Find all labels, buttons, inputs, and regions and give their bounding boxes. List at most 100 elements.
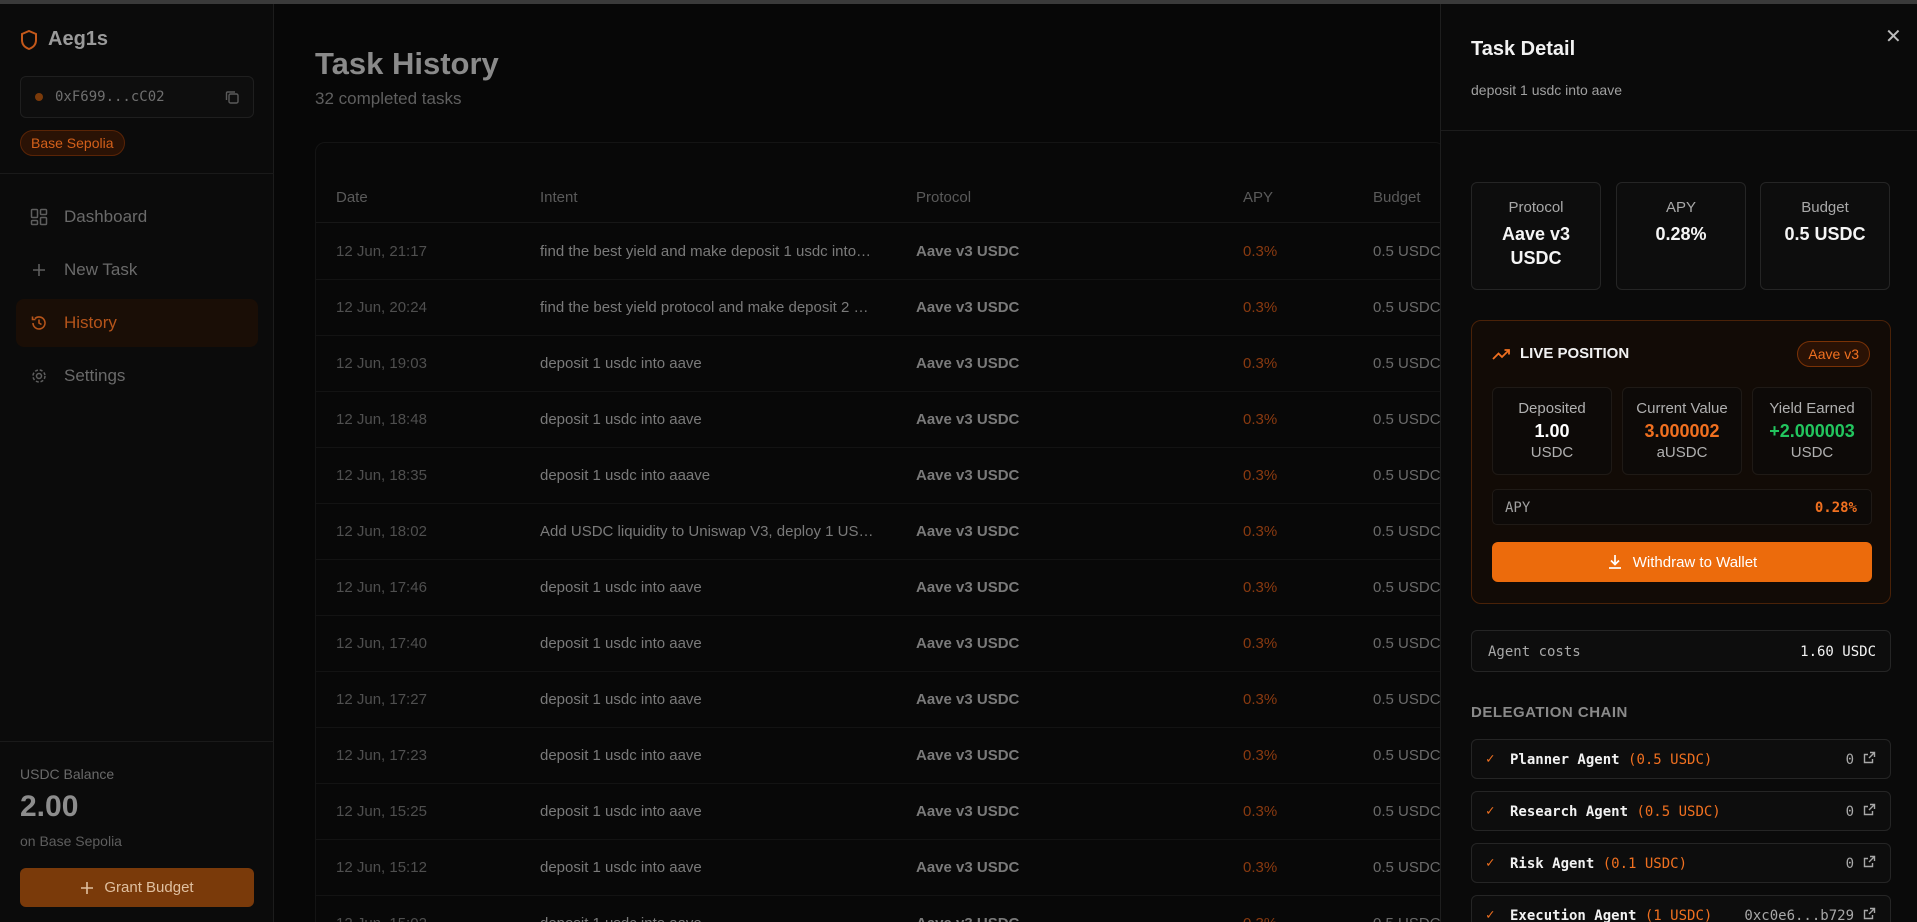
- table-row[interactable]: 12 Jun, 19:03 deposit 1 usdc into aave Aav…: [316, 336, 1444, 392]
- sidebar: Aeg1s 0xF699...cC02 Base Sepolia Dashboa…: [0, 4, 274, 922]
- intent-cell: deposit 1 usdc into aave: [540, 355, 702, 372]
- date-cell: 12 Jun, 17:27: [336, 691, 427, 708]
- delegation-agent-row[interactable]: ✓ Research Agent (0.5 USDC) 0: [1471, 791, 1891, 831]
- yield-earned-unit: USDC: [1790, 444, 1834, 461]
- column-protocol[interactable]: Protocol: [916, 189, 971, 206]
- close-icon[interactable]: ✕: [1885, 24, 1902, 49]
- intent-cell: deposit 1 usdc into aave: [540, 411, 702, 428]
- table-row[interactable]: 12 Jun, 18:48 deposit 1 usdc into aave Aav…: [316, 392, 1444, 448]
- protocol-badge: Aave v3: [1797, 341, 1870, 367]
- stat-value: 0.5 USDC: [1784, 224, 1866, 244]
- agent-tx: 0: [1845, 804, 1854, 820]
- live-apy-label: APY: [1505, 500, 1531, 516]
- withdraw-label: Withdraw to Wallet: [1632, 553, 1758, 571]
- withdraw-button[interactable]: Withdraw to Wallet: [1492, 542, 1872, 582]
- table-row[interactable]: 12 Jun, 18:02 Add USDC liquidity to Unisw…: [316, 504, 1444, 560]
- budget-cell: 0.5 USDC: [1373, 299, 1441, 316]
- agent-tx: 0: [1845, 752, 1854, 768]
- deposited-label: Deposited: [1518, 400, 1586, 417]
- shield-icon: [21, 29, 37, 50]
- grant-budget-button[interactable]: Grant Budget: [20, 868, 254, 907]
- table-row[interactable]: 12 Jun, 15:25 deposit 1 usdc into aave Aav…: [316, 784, 1444, 840]
- apy-cell: 0.3%: [1243, 355, 1278, 372]
- sidebar-item-label: Settings: [64, 366, 126, 385]
- divider: [0, 741, 274, 742]
- budget-cell: 0.5 USDC: [1373, 859, 1441, 876]
- status-dot: [35, 93, 43, 101]
- panel-title: Task Detail: [1471, 38, 1576, 60]
- yield-earned-box: Yield Earned +2.000003 USDC: [1752, 387, 1872, 475]
- table-row[interactable]: 12 Jun, 17:46 deposit 1 usdc into aave Aav…: [316, 560, 1444, 616]
- external-link-icon[interactable]: [1863, 751, 1876, 764]
- protocol-cell: Aave v3 USDC: [916, 355, 1020, 372]
- wallet-address-box: 0xF699...cC02: [20, 76, 254, 118]
- sidebar-item-new-task[interactable]: New Task: [16, 246, 258, 294]
- current-value-unit: aUSDC: [1656, 444, 1708, 461]
- date-cell: 12 Jun, 21:17: [336, 243, 427, 260]
- delegation-agent-row[interactable]: ✓ Execution Agent (1 USDC) 0xc0e6...b729: [1471, 895, 1891, 922]
- current-value-label: Current Value: [1636, 400, 1728, 417]
- date-cell: 12 Jun, 17:46: [336, 579, 427, 596]
- apy-cell: 0.3%: [1243, 411, 1278, 428]
- intent-cell: deposit 1 usdc into aave: [540, 635, 702, 652]
- budget-cell: 0.5 USDC: [1373, 243, 1441, 260]
- protocol-cell: Aave v3 USDC: [916, 859, 1020, 876]
- protocol-cell: Aave v3 USDC: [916, 691, 1020, 708]
- agent-name-line: Research Agent (0.5 USDC): [1510, 804, 1721, 820]
- agent-name-line: Planner Agent (0.5 USDC): [1510, 752, 1712, 768]
- intent-cell: find the best yield and make deposit 1 u…: [540, 243, 875, 260]
- stat-label: Budget: [1801, 199, 1849, 216]
- external-link-icon[interactable]: [1863, 855, 1876, 868]
- budget-cell: 0.5 USDC: [1373, 523, 1441, 540]
- stat-apy: APY 0.28%: [1616, 182, 1746, 290]
- date-cell: 12 Jun, 15:12: [336, 859, 427, 876]
- plus-icon: [81, 881, 94, 894]
- stat-value: Aave v3 USDC: [1501, 224, 1571, 268]
- trending-up-icon: [1492, 348, 1510, 360]
- date-cell: 12 Jun, 17:23: [336, 747, 427, 764]
- apy-cell: 0.3%: [1243, 859, 1278, 876]
- budget-cell: 0.5 USDC: [1373, 915, 1441, 922]
- live-apy-row: APY 0.28%: [1492, 489, 1872, 525]
- table-row[interactable]: 12 Jun, 20:24 find the best yield protoco…: [316, 280, 1444, 336]
- deposited-value: 1.00: [1534, 421, 1570, 441]
- deposited-box: Deposited 1.00 USDC: [1492, 387, 1612, 475]
- date-cell: 12 Jun, 17:40: [336, 635, 427, 652]
- apy-cell: 0.3%: [1243, 467, 1278, 484]
- column-intent[interactable]: Intent: [540, 189, 578, 206]
- balance-value: 2.00: [20, 790, 79, 823]
- table-row[interactable]: 12 Jun, 15:02 deposit 1 usdc into aave Aav…: [316, 896, 1444, 922]
- date-cell: 12 Jun, 18:48: [336, 411, 427, 428]
- sidebar-item-settings[interactable]: Settings: [16, 352, 258, 400]
- column-apy[interactable]: APY: [1243, 189, 1273, 206]
- agent-cost: (0.5 USDC): [1628, 752, 1713, 768]
- copy-icon[interactable]: [225, 90, 239, 104]
- protocol-cell: Aave v3 USDC: [916, 579, 1020, 596]
- table-row[interactable]: 12 Jun, 15:12 deposit 1 usdc into aave Aav…: [316, 840, 1444, 896]
- delegation-agent-row[interactable]: ✓ Risk Agent (0.1 USDC) 0: [1471, 843, 1891, 883]
- agent-cost: (0.5 USDC): [1636, 804, 1721, 820]
- external-link-icon[interactable]: [1863, 803, 1876, 816]
- table-row[interactable]: 12 Jun, 17:27 deposit 1 usdc into aave Aav…: [316, 672, 1444, 728]
- yield-earned-value: +2.000003: [1769, 421, 1855, 441]
- date-cell: 12 Jun, 18:02: [336, 523, 427, 540]
- external-link-icon[interactable]: [1863, 907, 1876, 920]
- intent-cell: deposit 1 usdc into aave: [540, 915, 875, 922]
- apy-cell: 0.3%: [1243, 915, 1277, 922]
- table-row[interactable]: 12 Jun, 17:40 deposit 1 usdc into aave Aav…: [316, 616, 1444, 672]
- sidebar-item-history[interactable]: History: [16, 299, 258, 347]
- balance-network: on Base Sepolia: [20, 833, 122, 849]
- delegation-agent-row[interactable]: ✓ Planner Agent (0.5 USDC) 0: [1471, 739, 1891, 779]
- sidebar-item-dashboard[interactable]: Dashboard: [16, 193, 258, 241]
- history-icon: [31, 316, 46, 330]
- column-budget[interactable]: Budget: [1373, 189, 1421, 206]
- column-date[interactable]: Date: [336, 189, 368, 206]
- agent-name-line: Execution Agent (1 USDC): [1510, 908, 1712, 922]
- table-row[interactable]: 12 Jun, 18:35 deposit 1 usdc into aaave Aa…: [316, 448, 1444, 504]
- brand[interactable]: Aeg1s: [20, 28, 108, 51]
- table-row[interactable]: 12 Jun, 17:23 deposit 1 usdc into aave Aav…: [316, 728, 1444, 784]
- agent-costs-value: 1.60 USDC: [1800, 644, 1876, 660]
- live-apy-value: 0.28%: [1814, 500, 1857, 516]
- table-row[interactable]: 12 Jun, 21:17 find the best yield and mak…: [316, 224, 1444, 280]
- intent-cell: deposit 1 usdc into aave: [540, 579, 702, 596]
